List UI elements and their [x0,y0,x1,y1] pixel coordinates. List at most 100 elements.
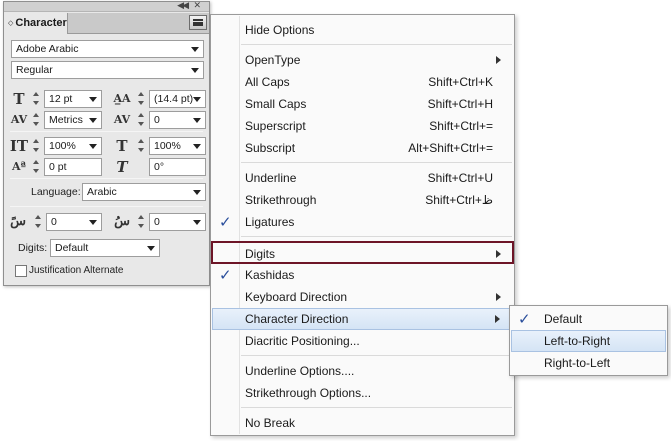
font-style-select[interactable]: Regular [11,61,204,79]
submenu-item-label: Default [544,312,583,326]
leading-stepper[interactable] [137,90,146,108]
kerning-value: Metrics [49,114,83,126]
menu-item-opentype[interactable]: OpenType [212,49,513,71]
menu-item-digits[interactable]: Digits [211,241,514,264]
chevron-down-icon [193,144,201,149]
check-icon: ✓ [219,214,232,231]
horizontal-scale-value: 100% [154,140,181,152]
font-style-value: Regular [16,64,53,76]
menu-item-label: Kashidas [245,268,295,282]
menu-separator [241,44,512,45]
submenu-item-left-to-right[interactable]: Left-to-Right [511,330,666,352]
tab-character[interactable]: ◇ Character [4,13,68,34]
menu-item-no-break[interactable]: No Break [212,412,513,434]
arabic-feature-2-field[interactable]: 0 [149,213,206,231]
menu-item-keyboard-direction[interactable]: Keyboard Direction [212,286,513,308]
chevron-down-icon [191,68,199,73]
arabic-feature-icon-1: سً [10,214,26,229]
arabic-feature-icon-2: سُ [114,214,130,229]
chevron-down-icon [147,246,155,251]
menu-item-strikethrough[interactable]: Strikethrough Shift+Ctrl+ظ [212,189,513,211]
arabic-feature-2-stepper[interactable] [137,213,146,231]
submenu-item-label: Right-to-Left [544,356,611,370]
check-icon: ✓ [518,311,531,328]
chevron-down-icon [89,97,97,102]
tracking-value: 0 [154,114,160,126]
skew-value: 0° [154,161,165,173]
kerning-icon: AV [10,113,28,126]
chevron-down-icon [193,97,201,102]
menu-separator [241,355,512,356]
chevron-down-icon [193,118,201,123]
menu-item-kashidas[interactable]: ✓ Kashidas [212,264,513,286]
horizontal-scale-field[interactable]: 100% [149,137,206,155]
skew-field[interactable]: 0° [149,158,206,176]
menu-item-diacritic-positioning[interactable]: Diacritic Positioning... [212,330,513,352]
baseline-shift-icon: Aª [12,160,26,173]
menu-item-character-direction[interactable]: Character Direction [212,308,513,330]
panel-menu-button[interactable] [189,15,207,30]
language-label: Language: [31,186,81,198]
tracking-stepper[interactable] [137,111,146,129]
arabic-feature-1-value: 0 [51,216,57,228]
menu-item-small-caps[interactable]: Small Caps Shift+Ctrl+H [212,93,513,115]
skew-icon: T [116,158,128,176]
submenu-arrow-icon [496,56,501,64]
menu-item-underline-options[interactable]: Underline Options.... [212,360,513,382]
vertical-scale-field[interactable]: 100% [44,137,102,155]
menu-item-subscript[interactable]: Subscript Alt+Shift+Ctrl+= [212,137,513,159]
horizontal-scale-stepper[interactable] [137,137,146,155]
menu-item-label: Superscript [245,119,306,133]
kerning-field[interactable]: Metrics [44,111,102,129]
submenu-item-default[interactable]: ✓ Default [511,308,666,330]
panel-divider [10,206,203,207]
font-size-stepper[interactable] [32,90,41,108]
panel-tab-bar: ◇ Character [4,13,209,34]
arabic-feature-1-field[interactable]: 0 [46,213,102,231]
menu-item-ligatures[interactable]: ✓ Ligatures [212,211,513,233]
digits-label: Digits: [18,242,48,254]
menu-item-strikethrough-options[interactable]: Strikethrough Options... [212,382,513,404]
baseline-shift-field[interactable]: 0 pt [44,158,102,176]
arabic-feature-1-stepper[interactable] [34,213,43,231]
digits-select[interactable]: Default [50,239,160,257]
font-family-value: Adobe Arabic [16,43,79,55]
tab-character-label: Character [15,17,67,29]
menu-item-all-caps[interactable]: All Caps Shift+Ctrl+K [212,71,513,93]
submenu-item-right-to-left[interactable]: Right-to-Left [511,352,666,374]
panel-title-bar[interactable]: ◀◀ ✕ [4,0,209,12]
menu-item-underline[interactable]: Underline Shift+Ctrl+U [212,167,513,189]
vertical-scale-stepper[interactable] [32,137,41,155]
chevron-down-icon [89,220,97,225]
menu-item-label: All Caps [245,75,290,89]
tracking-field[interactable]: 0 [149,111,206,129]
font-size-field[interactable]: 12 pt [44,90,102,108]
font-size-value: 12 pt [49,93,73,105]
justification-alternate-label: Justification Alternate [29,265,124,276]
menu-item-label: Underline [245,171,297,185]
leading-icon: A̲A [113,92,131,105]
menu-item-shortcut: Shift+Ctrl+ظ [425,193,493,207]
kerning-stepper[interactable] [32,111,41,129]
menu-separator [241,407,512,408]
menu-item-label: Character Direction [245,312,349,326]
menu-separator [241,236,512,237]
submenu-arrow-icon [496,250,501,258]
chevron-down-icon [193,220,201,225]
font-family-select[interactable]: Adobe Arabic [11,40,204,58]
chevron-down-icon [89,118,97,123]
baseline-shift-stepper[interactable] [32,158,41,176]
menu-lines-icon [193,19,203,26]
menu-item-shortcut: Alt+Shift+Ctrl+= [408,141,493,155]
chevron-down-icon [89,144,97,149]
leading-field[interactable]: (14.4 pt) [149,90,206,108]
menu-item-superscript[interactable]: Superscript Shift+Ctrl+= [212,115,513,137]
menu-item-shortcut: Shift+Ctrl+U [427,171,493,185]
close-icon[interactable]: ✕ [193,0,201,11]
language-select[interactable]: Arabic [82,183,206,201]
menu-item-label: Diacritic Positioning... [245,334,360,348]
menu-item-hide-options[interactable]: Hide Options [212,19,513,41]
submenu-item-label: Left-to-Right [544,334,611,348]
collapse-icon[interactable]: ◀◀ [177,0,189,11]
justification-alternate-checkbox[interactable] [15,265,27,277]
